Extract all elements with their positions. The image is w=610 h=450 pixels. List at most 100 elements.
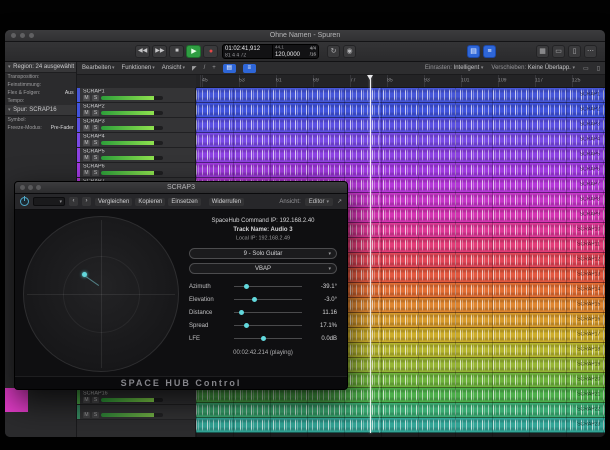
plugin-zoom-button[interactable] [36,185,41,190]
parameter-slider[interactable] [234,312,302,313]
plugin-minimize-button[interactable] [28,185,33,190]
zoom-h-icon[interactable]: ▭ [583,65,589,72]
track-header[interactable]: SCRAP5MS [77,148,195,163]
track-header[interactable]: SCRAP16MS [77,390,196,405]
inspector-row[interactable]: Tempo: [5,98,76,105]
window-titlebar[interactable]: Ohne Namen - Spuren [5,30,605,42]
solo-button[interactable]: S [92,110,99,116]
plugin-window[interactable]: SCRAP3 ▾ ‹ › VergleichenKopierenEinsetze… [14,181,348,390]
slider-handle[interactable] [261,336,266,341]
list-editors-button[interactable]: ≡ [483,45,496,58]
rewind-button[interactable]: ◀◀ [135,45,150,58]
mute-button[interactable]: M [83,412,90,418]
track-lane[interactable]: SCRAP1 [196,88,605,103]
track-lane[interactable]: SCRAP2 [196,103,605,118]
parameter-slider[interactable] [234,338,302,339]
solo-button[interactable]: S [92,125,99,131]
solo-button[interactable]: S [92,412,99,418]
more-button[interactable]: ⋯ [584,45,597,58]
track-lane[interactable]: SCRAP3 [196,118,605,133]
inspector-section-title[interactable]: ▾ Region: 24 ausgewählt [5,62,76,73]
slider-handle[interactable] [252,297,257,302]
power-icon[interactable] [20,197,29,206]
volume-slider[interactable] [101,111,163,115]
track-lane[interactable]: SCRAP21 [196,388,605,403]
track-header[interactable]: MS [77,405,196,420]
mute-button[interactable]: M [83,95,90,101]
add-track-icon[interactable]: + [212,65,216,71]
track-lane[interactable]: SCRAP5 [196,148,605,163]
inspector-row[interactable]: Feinstimmung: [5,82,76,89]
forward-button[interactable]: ▶▶ [152,45,167,58]
track-color-swatch[interactable] [5,388,28,412]
track-header[interactable]: SCRAP1MS [77,88,195,103]
track-lane[interactable]: SCRAP22 [196,403,605,418]
solo-button[interactable]: S [92,140,99,146]
parameter-slider[interactable] [234,299,302,300]
spatial-circle[interactable] [23,216,179,372]
inspector-button[interactable]: ▭ [552,45,565,58]
mute-button[interactable]: M [83,125,90,131]
slider-handle[interactable] [244,323,249,328]
playhead[interactable] [370,75,371,433]
toolbar-button[interactable]: ▯ [568,45,581,58]
inspector-row[interactable]: Freeze-Modus:Pre-Fader [5,125,76,132]
parameter-slider[interactable] [234,325,302,326]
plugin-toolbar-button[interactable]: Einsetzen [168,198,200,206]
track-alternatives-button[interactable]: ≡ [243,64,256,73]
drag-mode-dropdown[interactable]: Verschieben: Keine Überlapp. ▾ [491,65,575,71]
toolbar-menu[interactable]: Ansicht▾ [162,65,185,71]
solo-button[interactable]: S [92,95,99,101]
previous-preset-button[interactable]: ‹ [69,197,78,206]
track-lane[interactable]: SCRAP6 [196,163,605,178]
lcd-display[interactable]: 01:02:41,912 81 4 4 72 44,1 120,0000 4/4… [222,44,319,59]
preset-dropdown[interactable]: ▾ [33,197,65,206]
toolbar-menu[interactable]: Bearbeiten▾ [82,65,115,71]
plugin-dropdown[interactable]: VBAP▾ [189,263,337,274]
track-header[interactable]: SCRAP3MS [77,118,195,133]
plugin-toolbar-button[interactable]: Vergleichen [95,198,132,206]
zoom-v-icon[interactable]: ▯ [597,65,600,72]
inspector-row[interactable]: Flex & Folgen:Aus [5,90,76,97]
play-button[interactable]: ▶ [186,45,201,58]
link-icon[interactable]: ↗ [337,198,342,205]
volume-slider[interactable] [101,126,163,130]
inspector-section-title[interactable]: ▾ Spur: SCRAP16 [5,105,76,116]
volume-slider[interactable] [101,156,163,160]
solo-button[interactable]: S [92,155,99,161]
cycle-button[interactable]: ↻ [327,45,340,58]
snap-mode-dropdown[interactable]: Einrasten: Intelligent ▾ [425,65,484,71]
plugin-dropdown[interactable]: 9 - Solo Guitar▾ [189,248,337,259]
mute-button[interactable]: M [83,140,90,146]
plugin-toolbar-button[interactable]: Widerrufen [209,198,244,206]
plugin-toolbar-button[interactable]: Kopieren [135,198,165,206]
mute-button[interactable]: M [83,110,90,116]
new-track-button[interactable]: ▤ [223,64,236,73]
mixer-button[interactable]: ▤ [467,45,480,58]
pencil-tool-icon[interactable]: / [204,65,206,71]
spatial-display[interactable] [15,210,183,378]
record-button[interactable]: ● [203,45,218,58]
parameter-slider[interactable] [234,286,302,287]
solo-button[interactable]: S [92,397,99,403]
volume-slider[interactable] [101,413,163,417]
track-header[interactable]: SCRAP6MS [77,163,195,178]
volume-slider[interactable] [101,398,163,402]
volume-slider[interactable] [101,141,163,145]
metronome-button[interactable]: ◉ [343,45,356,58]
view-dropdown[interactable]: Editor ▾ [305,198,333,206]
inspector-row[interactable]: Symbol: [5,117,76,124]
inspector-row[interactable]: Transposition: [5,74,76,81]
slider-handle[interactable] [239,310,244,315]
zoom-button[interactable] [29,33,34,38]
stop-button[interactable]: ■ [169,45,184,58]
track-header[interactable]: SCRAP4MS [77,133,195,148]
slider-handle[interactable] [244,284,249,289]
pointer-tool-icon[interactable]: ◤ [192,65,197,72]
solo-button[interactable]: S [92,170,99,176]
mute-button[interactable]: M [83,397,90,403]
source-position-handle[interactable] [82,272,87,277]
track-lane[interactable]: SCRAP23 [196,418,605,433]
timeline-ruler[interactable]: 45536169778593101109117125 [196,75,605,88]
close-button[interactable] [11,33,16,38]
